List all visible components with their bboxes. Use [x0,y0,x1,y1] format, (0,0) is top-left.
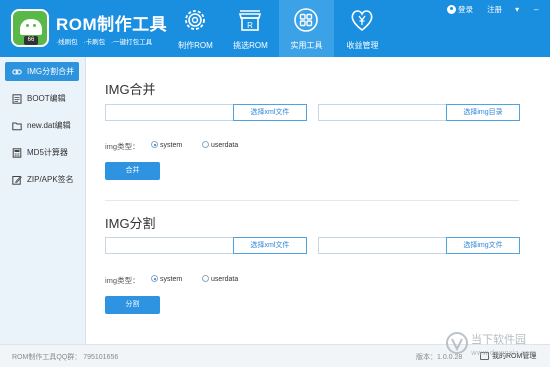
sidebar: IMG分割合并 BOOT编辑 new.dat编辑 MD5计算器 ZIP/APK签… [0,57,86,344]
version-label: 版本：1.0.0.28 [416,354,463,361]
link-icon [12,69,22,75]
sidebar-item-img-split-merge[interactable]: IMG分割合并 [5,62,79,81]
radio-dot [151,275,158,282]
manager-label: 我的ROM管理 [492,353,537,360]
merge-type-label: img类型： [105,142,140,151]
merge-select-dir-button[interactable]: 选择img目录 [446,104,520,121]
tab-label: 收益管理 [346,41,379,50]
user-icon [447,5,456,14]
split-radio-system[interactable]: system [151,275,182,283]
tab-make-rom[interactable]: 制作ROM [168,0,223,57]
tab-label: 制作ROM [178,41,213,50]
qq-number: 795101656 [83,354,119,361]
android-robot-icon [20,19,42,35]
radio-dot [202,275,209,282]
logo-badge: 66 [24,36,38,45]
app-subtitle: ·线刷包 ·卡刷包 ·一键打包工具 [56,36,156,46]
gear-icon [185,10,205,30]
radio-dot [151,141,158,148]
sidebar-item-label: ZIP/APK签名 [27,175,74,184]
status-bar: ROM制作工具QQ群： 795101656 版本：1.0.0.28 我的ROM管… [0,344,550,367]
subtitle-item: ·线刷包 [56,39,78,46]
user-area: 登录 注册 ▾ – ✕ [447,4,550,15]
split-img-file-input[interactable] [318,237,447,254]
tab-label: 实用工具 [290,41,323,50]
login-link[interactable]: 登录 [447,4,479,14]
tab-earnings[interactable]: 收益管理 [335,0,390,57]
qq-label: ROM制作工具QQ群： [12,354,82,361]
app-title: ROM制作工具 [56,15,168,34]
merge-img-dir-input[interactable] [318,104,447,121]
sidebar-item-md5-calculator[interactable]: MD5计算器 [5,143,79,162]
tab-tools[interactable]: 实用工具 [279,0,334,57]
document-icon [12,94,22,104]
split-radio-userdata[interactable]: userdata [202,275,238,283]
subtitle-item: ·一键打包工具 [110,39,153,46]
sidebar-item-label: IMG分割合并 [27,67,75,76]
calculator-icon [12,148,22,158]
my-rom-manager-button[interactable]: 我的ROM管理 [478,349,536,364]
tab-pick-rom[interactable]: R 挑选ROM [223,0,278,57]
merge-radio-userdata[interactable]: userdata [202,141,238,149]
merge-button[interactable]: 合并 [105,162,160,180]
section-divider [105,200,519,201]
register-link[interactable]: 注册 [487,5,502,14]
svg-text:R: R [247,21,253,30]
sidebar-item-zip-apk-sign[interactable]: ZIP/APK签名 [5,170,79,189]
yen-heart-icon [351,10,373,32]
split-button[interactable]: 分割 [105,296,160,314]
qq-group-info: ROM制作工具QQ群： 795101656 [12,352,118,362]
sidebar-item-label: BOOT编辑 [27,94,66,103]
edit-icon [12,175,22,185]
split-section-title: IMG分割 [105,216,156,231]
minimize-button[interactable]: – [532,5,540,14]
store-icon: R [238,10,262,31]
tab-label: 挑选ROM [233,41,268,50]
title-bar: 66 ROM制作工具 ·线刷包 ·卡刷包 ·一键打包工具 制作ROM R 挑选R… [0,0,550,57]
split-select-xml-button[interactable]: 选择xml文件 [233,237,307,254]
radio-dot [202,141,209,148]
app-logo: 66 [11,9,49,47]
sidebar-item-label: MD5计算器 [27,148,68,157]
monitor-icon [480,352,489,360]
sidebar-item-boot-edit[interactable]: BOOT编辑 [5,89,79,108]
menu-button[interactable]: ▾ [513,5,521,14]
split-xml-path-input[interactable] [105,237,234,254]
split-type-label: img类型： [105,276,140,285]
sidebar-item-new-dat-edit[interactable]: new.dat编辑 [5,116,79,135]
split-select-img-button[interactable]: 选择img文件 [446,237,520,254]
grid-icon [294,8,318,32]
merge-xml-path-input[interactable] [105,104,234,121]
merge-select-xml-button[interactable]: 选择xml文件 [233,104,307,121]
folder-icon [12,122,22,131]
sidebar-item-label: new.dat编辑 [27,121,71,130]
main-panel: IMG合并 选择xml文件 选择img目录 img类型： system user… [87,57,550,344]
merge-section-title: IMG合并 [105,82,156,97]
subtitle-item: ·卡刷包 [83,39,106,46]
merge-radio-system[interactable]: system [151,141,182,149]
